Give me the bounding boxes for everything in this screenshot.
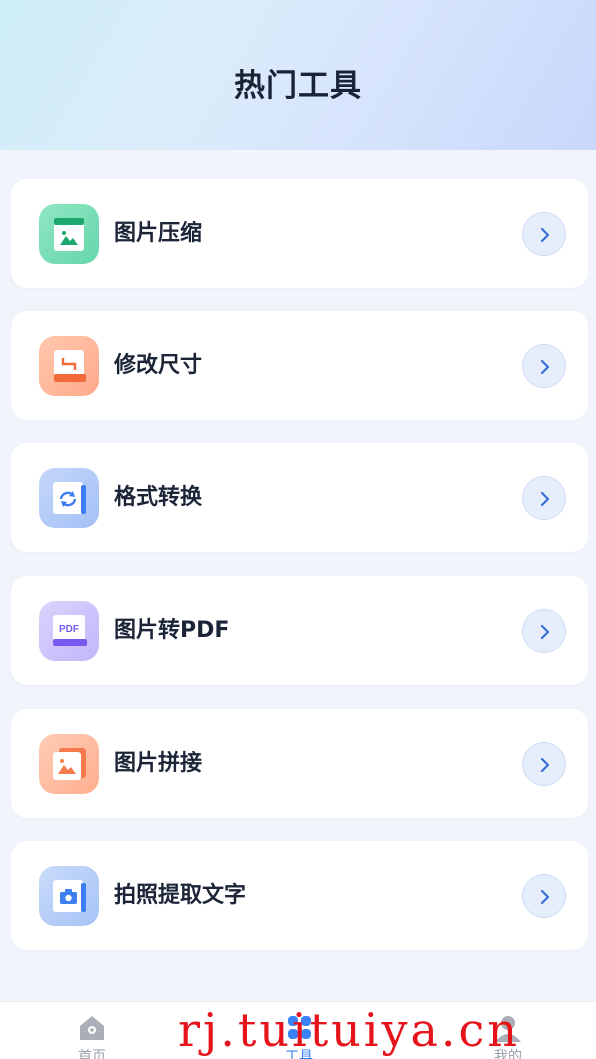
image-stitch-icon: [39, 734, 99, 794]
image-compress-icon: [39, 204, 99, 264]
pdf-icon: PDF: [39, 601, 99, 661]
page-title: 热门工具: [234, 68, 362, 104]
chevron-right-icon[interactable]: [522, 609, 566, 653]
tool-card-camera-ocr[interactable]: 拍照提取文字: [11, 841, 588, 950]
page-header: 热门工具: [0, 0, 596, 150]
format-convert-icon: [39, 468, 99, 528]
home-icon: [80, 1016, 104, 1040]
tool-label: 图片拼接: [114, 751, 203, 776]
tool-label: 拍照提取文字: [114, 883, 247, 908]
tool-card-format-convert[interactable]: 格式转换: [11, 443, 588, 552]
tab-label: 首页: [78, 1049, 106, 1059]
tool-label: 图片压缩: [114, 221, 203, 246]
chevron-right-icon[interactable]: [522, 476, 566, 520]
watermark-text: rj.tuituiya.cn: [178, 1003, 520, 1057]
tool-label: 修改尺寸: [114, 353, 203, 378]
tool-card-resize[interactable]: 修改尺寸: [11, 311, 588, 420]
tool-label: 图片转PDF: [114, 618, 230, 643]
tab-home[interactable]: 首页: [32, 1002, 152, 1059]
chevron-right-icon[interactable]: [522, 212, 566, 256]
camera-ocr-icon: [39, 866, 99, 926]
chevron-right-icon[interactable]: [522, 742, 566, 786]
tool-card-image-stitch[interactable]: 图片拼接: [11, 709, 588, 818]
tool-card-image-to-pdf[interactable]: PDF 图片转PDF: [11, 576, 588, 685]
resize-icon: [39, 336, 99, 396]
chevron-right-icon[interactable]: [522, 874, 566, 918]
tool-label: 格式转换: [114, 485, 203, 510]
tool-card-image-compress[interactable]: 图片压缩: [11, 179, 588, 288]
chevron-right-icon[interactable]: [522, 344, 566, 388]
pdf-badge-text: PDF: [59, 624, 79, 635]
